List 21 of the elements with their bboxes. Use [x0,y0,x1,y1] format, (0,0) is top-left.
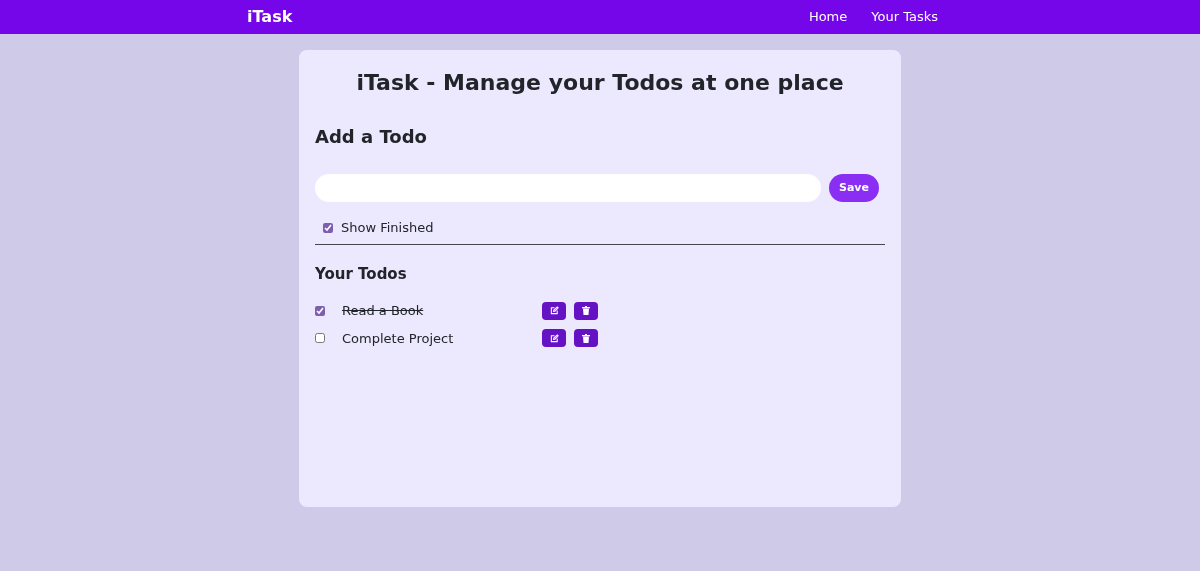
page-title: iTask - Manage your Todos at one place [355,69,845,97]
section-heading: Your Todos [315,263,408,285]
save-button[interactable]: Save [829,174,879,202]
nav-link[interactable]: Home [808,7,848,27]
checkbox[interactable] [315,305,325,316]
checkbox[interactable] [323,222,333,233]
nav-link[interactable]: Your Tasks [871,7,938,27]
trash-icon [582,333,590,343]
checkbox-label: Show Finished [341,219,434,237]
todo-text: Read a Book [342,302,425,320]
brand-logo[interactable]: iTask [247,5,293,29]
checkbox[interactable] [315,333,325,344]
edit-button[interactable] [542,329,566,348]
delete-button[interactable] [574,329,598,348]
trash-icon [582,306,590,316]
edit-icon [549,333,559,343]
edit-icon [549,306,559,316]
delete-button[interactable] [574,301,598,320]
todo-text: Complete Project [342,329,455,348]
edit-button[interactable] [542,301,566,320]
section-heading: Add a Todo [315,125,428,149]
